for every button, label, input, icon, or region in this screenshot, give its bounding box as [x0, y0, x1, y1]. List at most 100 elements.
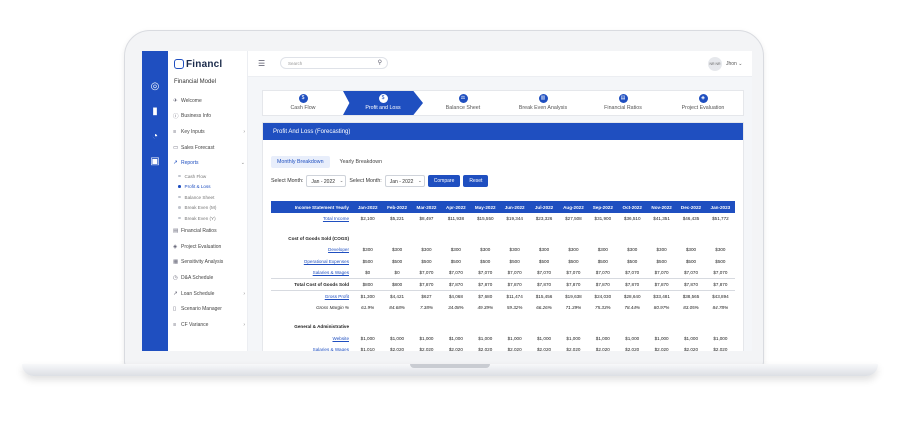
table-cell: $27,508 [565, 216, 582, 222]
row-label[interactable]: Operational Expenses [271, 256, 353, 268]
sidebar-subitem-cash-flow[interactable]: Cash Flow [173, 171, 245, 182]
row-label[interactable]: Salaries & Wages [271, 344, 353, 351]
sidebar-item-scenario-manager[interactable]: ▯ Scenario Manager [173, 301, 245, 317]
search-input[interactable]: Search ⚲ [280, 57, 388, 69]
table-cell: $7,070 [625, 270, 640, 275]
sidebar-subitem-break-even-y[interactable]: Break Even (Y) [173, 213, 245, 224]
avatar[interactable]: NR NR [708, 57, 722, 71]
table-cell: $1,000 [478, 335, 493, 341]
column-header: Jul-2022 [529, 201, 559, 213]
table-cell [559, 233, 588, 245]
compare-button[interactable]: Compare [427, 175, 461, 187]
table-cell: $2,020 [507, 347, 522, 351]
reset-button[interactable]: Reset [463, 175, 489, 187]
sidebar-item-cf-variance[interactable]: ≡ CF Variance › [173, 317, 245, 333]
row-label[interactable]: Total Income [271, 213, 353, 225]
chevron-right-icon: › [243, 290, 245, 297]
row-label[interactable]: Website [271, 333, 353, 345]
table-cell: $300 [480, 247, 491, 253]
sidebar-item-sales-forecast[interactable]: ▭ Sales Forecast [173, 140, 245, 156]
table-cell: $300 [597, 247, 608, 253]
table-cell [647, 225, 676, 233]
sidebar-subitem-profit-loss[interactable]: Profit & Loss [173, 181, 245, 192]
row-label[interactable]: Developer [271, 244, 353, 256]
sidebar-item-loan-schedule[interactable]: ↗ Loan Schedule › [173, 286, 245, 302]
sidebar-subitem-label: Cash Flow [184, 173, 207, 179]
menu-icon[interactable]: ☰ [258, 59, 265, 68]
table-cell [529, 225, 558, 233]
tab-monthly-breakdown[interactable]: Monthly Breakdown [271, 156, 330, 168]
step-label: Profit and Loss [365, 105, 401, 111]
table-cell: 34.08% [448, 304, 464, 310]
table-row: Total Cost of Goods Sold $800 $800 $7,870 $7… [271, 278, 736, 291]
table-cell: 66.26% [536, 304, 552, 310]
sidebar-item-label: D&A Schedule [181, 275, 214, 282]
table-cell: $2,020 [683, 347, 699, 351]
table-cell: $8,497 [419, 216, 434, 222]
table-cell [353, 321, 382, 333]
income-table-container[interactable]: Income Statement Yearly Jan-2022 Feb-2022 M… [271, 201, 739, 351]
user-menu[interactable]: Jhon ⌄ [726, 61, 742, 67]
table-cell [618, 233, 647, 245]
table-cell [588, 321, 617, 333]
chevron-down-icon: ⌄ [418, 178, 422, 183]
table-cell: $300 [362, 247, 373, 253]
month-select-to[interactable]: Jan - 2022 ⌄ [384, 175, 425, 187]
step-balance-sheet[interactable]: ⚖ Balance Sheet [423, 91, 503, 115]
table-cell: $500 [450, 258, 461, 264]
dashboard-icon[interactable]: ◎ [149, 81, 161, 93]
table-cell: $7,070 [419, 270, 434, 275]
table-cell: $41,351 [653, 216, 670, 222]
table-cell: $300 [656, 247, 667, 253]
table-cell [382, 233, 411, 245]
column-header: Jan-2023 [705, 201, 736, 213]
column-header: Sep-2022 [588, 201, 618, 213]
top-bar: ☰ Search ⚲ NR NR Jhon ⌄ [248, 51, 752, 77]
sidebar-item-welcome[interactable]: ✈ Welcome [173, 93, 245, 109]
table-cell [471, 313, 500, 321]
table-cell: $500 [391, 258, 403, 264]
table-cell: $24,030 [594, 293, 612, 299]
pie-chart-icon[interactable]: ◔ [149, 131, 161, 143]
table-row: Operational Expenses $500 $500 $500 $500 $500… [271, 256, 735, 268]
row-label [271, 313, 353, 321]
evaluation-icon: ◈ [173, 243, 178, 250]
doc-icon: ▯ [173, 306, 177, 313]
tab-yearly-breakdown[interactable]: Yearly Breakdown [334, 156, 389, 168]
sidebar-item-label: CF Variance [181, 321, 209, 328]
row-label[interactable]: Gross Profit [271, 290, 353, 302]
month-select-from[interactable]: Jan - 2022 ⌄ [306, 175, 347, 187]
sidebar-subitem-break-even-m[interactable]: Break Even (M) [173, 202, 245, 213]
sidebar: Financl Financial Model ✈ Welcome ⓘ Busines… [168, 51, 248, 351]
sidebar-subitem-balance-sheet[interactable]: Balance Sheet [173, 192, 245, 203]
row-label: Cost of Goods Sold (COGS) [288, 235, 349, 241]
step-project-evaluation[interactable]: ◈ Project Evaluation [663, 91, 743, 115]
search-icon[interactable]: ⚲ [378, 59, 382, 66]
step-cash-flow[interactable]: $ Cash Flow [263, 91, 343, 115]
sidebar-item-business-info[interactable]: ⓘ Business Info [173, 109, 245, 125]
step-break-even-analysis[interactable]: ▥ Break Even Analysis [503, 91, 583, 115]
panel-title: Profit And Loss (Forecasting) [263, 123, 743, 140]
sidebar-item-project-evaluation[interactable]: ◈ Project Evaluation [173, 239, 245, 255]
list-icon: ≡ [173, 128, 177, 135]
sidebar-subitem-label: Balance Sheet [184, 194, 215, 200]
table-cell [559, 313, 588, 321]
step-profit-and-loss[interactable]: $ Profit and Loss [343, 91, 423, 115]
sidebar-item-sensitivity-analysis[interactable]: ▦ Sensitivity Analysis [173, 255, 245, 271]
sidebar-item-reports[interactable]: ↗ Reports ⌄ [173, 155, 245, 171]
step-financial-ratios[interactable]: ▤ Financial Ratios [583, 91, 663, 115]
table-cell: $500 [627, 258, 638, 264]
table-cell: $28,640 [623, 293, 641, 299]
sidebar-item-key-inputs[interactable]: ≡ Key Inputs › [173, 124, 245, 140]
table-cell: $627 [421, 293, 432, 299]
month-filters: Select Month: Jan - 2022 ⌄ Select Month: … [271, 175, 489, 187]
report-panel: Profit And Loss (Forecasting) Monthly Br… [262, 122, 744, 351]
table-cell: $1,000 [654, 335, 669, 341]
table-cell: $1,000 [683, 335, 699, 341]
sidebar-item-financial-ratios[interactable]: ▤ Financial Ratios [173, 223, 245, 239]
sidebar-item-d-a-schedule[interactable]: ◷ D&A Schedule [173, 270, 245, 286]
bar-chart-icon[interactable]: ▮ [149, 106, 161, 118]
row-label[interactable]: Salaries & Wages [271, 267, 353, 279]
lock-icon[interactable]: ▣ [149, 156, 161, 168]
table-cell: $2,020 [390, 347, 405, 351]
